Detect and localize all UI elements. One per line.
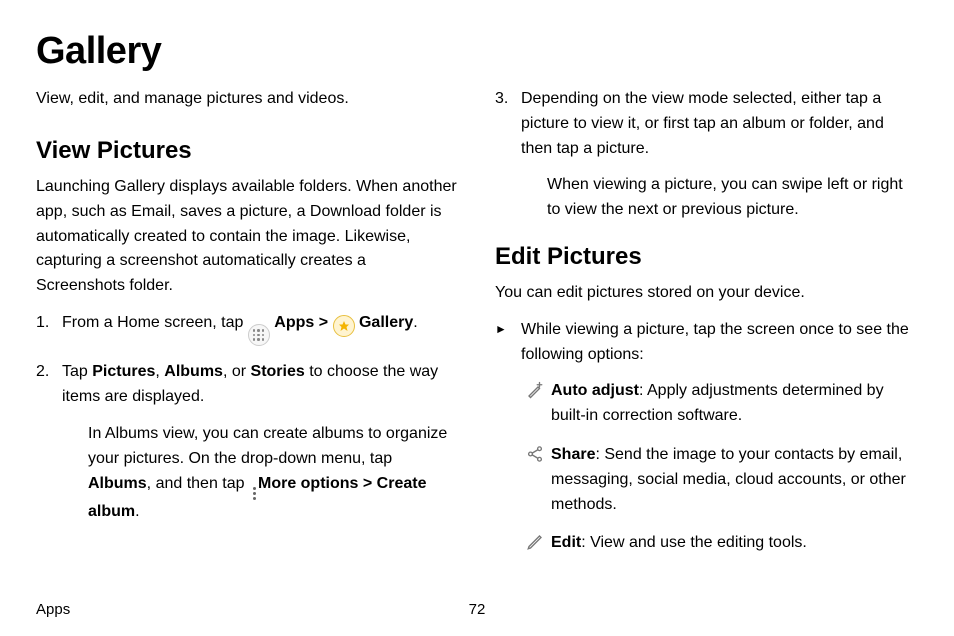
gallery-label: Gallery	[359, 314, 413, 331]
step2-sub-pre: In Albums view, you can create albums to…	[88, 425, 447, 467]
chevron: >	[314, 314, 332, 331]
apps-icon	[248, 324, 270, 346]
option-auto-adjust: Auto adjust: Apply adjustments determine…	[495, 379, 918, 429]
edit-text: : View and use the editing tools.	[581, 534, 807, 551]
gallery-icon	[333, 315, 355, 337]
step3-sub: When viewing a picture, you can swipe le…	[521, 173, 918, 223]
step-1: From a Home screen, tap Apps > Gallery.	[36, 311, 459, 347]
step2-sep1: ,	[155, 363, 164, 380]
apps-label: Apps	[274, 314, 314, 331]
footer-page: 72	[330, 601, 624, 618]
steps-list-cont: Depending on the view mode selected, eit…	[495, 87, 918, 223]
step2-sub-more: More options	[258, 475, 358, 492]
step1-post: .	[413, 314, 417, 331]
step2-sub-mid: , and then tap	[147, 475, 249, 492]
option-share: Share: Send the image to your contacts b…	[495, 443, 918, 517]
option-edit: Edit: View and use the editing tools.	[495, 531, 918, 556]
intro-text: View, edit, and manage pictures and vide…	[36, 87, 459, 111]
step-2: Tap Pictures, Albums, or Stories to choo…	[36, 360, 459, 524]
left-column: View, edit, and manage pictures and vide…	[36, 87, 459, 570]
page-title: Gallery	[36, 30, 918, 73]
footer-section: Apps	[36, 601, 330, 618]
step2-stories: Stories	[251, 363, 305, 380]
step1-pre: From a Home screen, tap	[62, 314, 248, 331]
step2-albums: Albums	[164, 363, 223, 380]
edit-icon	[525, 532, 545, 552]
heading-edit-pictures: Edit Pictures	[495, 243, 918, 271]
edit-pictures-para: You can edit pictures stored on your dev…	[495, 281, 918, 306]
more-options-icon	[253, 487, 256, 500]
auto-adjust-label: Auto adjust	[551, 382, 639, 399]
step2-sub: In Albums view, you can create albums to…	[62, 422, 459, 524]
step2-sub-post: .	[135, 503, 139, 520]
step2-sub-albums: Albums	[88, 475, 147, 492]
footer-spacer	[624, 601, 918, 618]
share-icon	[525, 444, 545, 464]
steps-list: From a Home screen, tap Apps > Gallery. …	[36, 311, 459, 524]
arrow-item: While viewing a picture, tap the screen …	[495, 318, 918, 368]
edit-label: Edit	[551, 534, 581, 551]
content-columns: View, edit, and manage pictures and vide…	[36, 87, 918, 570]
step3-text: Depending on the view mode selected, eit…	[521, 90, 884, 157]
right-column: Depending on the view mode selected, eit…	[495, 87, 918, 570]
step2-pictures: Pictures	[92, 363, 155, 380]
step2-pre: Tap	[62, 363, 92, 380]
step2-sep2: , or	[223, 363, 251, 380]
view-pictures-para: Launching Gallery displays available fol…	[36, 175, 459, 299]
footer: Apps 72	[36, 601, 918, 618]
share-text: : Send the image to your contacts by ema…	[551, 446, 906, 513]
heading-view-pictures: View Pictures	[36, 137, 459, 165]
auto-adjust-icon	[525, 380, 545, 400]
share-label: Share	[551, 446, 595, 463]
step-3: Depending on the view mode selected, eit…	[495, 87, 918, 223]
chevron-2: >	[358, 475, 376, 492]
